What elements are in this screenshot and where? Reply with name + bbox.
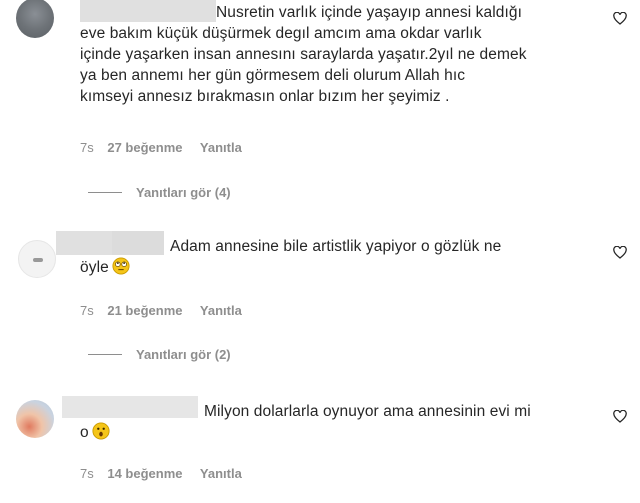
comment-text-content: Milyon dolarlarla oynuyor ama annesinin … bbox=[80, 403, 531, 441]
comment-text: Adam annesine bile artistlik yapiyor o g… bbox=[80, 236, 600, 278]
view-replies-button[interactable]: Yanıtları gör (2) bbox=[88, 347, 231, 362]
view-replies-label: Yanıtları gör (4) bbox=[136, 185, 231, 200]
timestamp: 7s bbox=[80, 466, 94, 481]
comment-text: Nusretin varlık içinde yaşayıp annesi ka… bbox=[80, 4, 527, 105]
comment-meta: 7s 14 beğenme Yanıtla bbox=[80, 466, 256, 481]
like-count[interactable]: 27 beğenme bbox=[107, 140, 182, 155]
like-count[interactable]: 21 beğenme bbox=[107, 303, 182, 318]
comment-text-content: Adam annesine bile artistlik yapiyor o g… bbox=[80, 238, 502, 276]
reply-button[interactable]: Yanıtla bbox=[200, 466, 242, 481]
heart-outline-icon[interactable] bbox=[613, 410, 627, 423]
divider-line bbox=[88, 192, 122, 193]
divider-line bbox=[88, 354, 122, 355]
reply-button[interactable]: Yanıtla bbox=[200, 303, 242, 318]
like-count[interactable]: 14 beğenme bbox=[107, 466, 182, 481]
comment-meta: 7s 21 beğenme Yanıtla bbox=[80, 303, 256, 318]
view-replies-label: Yanıtları gör (2) bbox=[136, 347, 231, 362]
astonished-emoji bbox=[92, 422, 110, 440]
reply-button[interactable]: Yanıtla bbox=[200, 140, 242, 155]
rolling-eyes-emoji bbox=[112, 257, 130, 275]
avatar[interactable] bbox=[18, 240, 56, 278]
avatar[interactable] bbox=[16, 0, 54, 38]
comment-text: Milyon dolarlarla oynuyor ama annesinin … bbox=[80, 401, 600, 443]
timestamp: 7s bbox=[80, 140, 94, 155]
view-replies-button[interactable]: Yanıtları gör (4) bbox=[88, 185, 231, 200]
heart-outline-icon[interactable] bbox=[613, 246, 627, 259]
heart-outline-icon[interactable] bbox=[613, 12, 627, 25]
timestamp: 7s bbox=[80, 303, 94, 318]
avatar[interactable] bbox=[16, 400, 54, 438]
comment-meta: 7s 27 beğenme Yanıtla bbox=[80, 140, 256, 155]
